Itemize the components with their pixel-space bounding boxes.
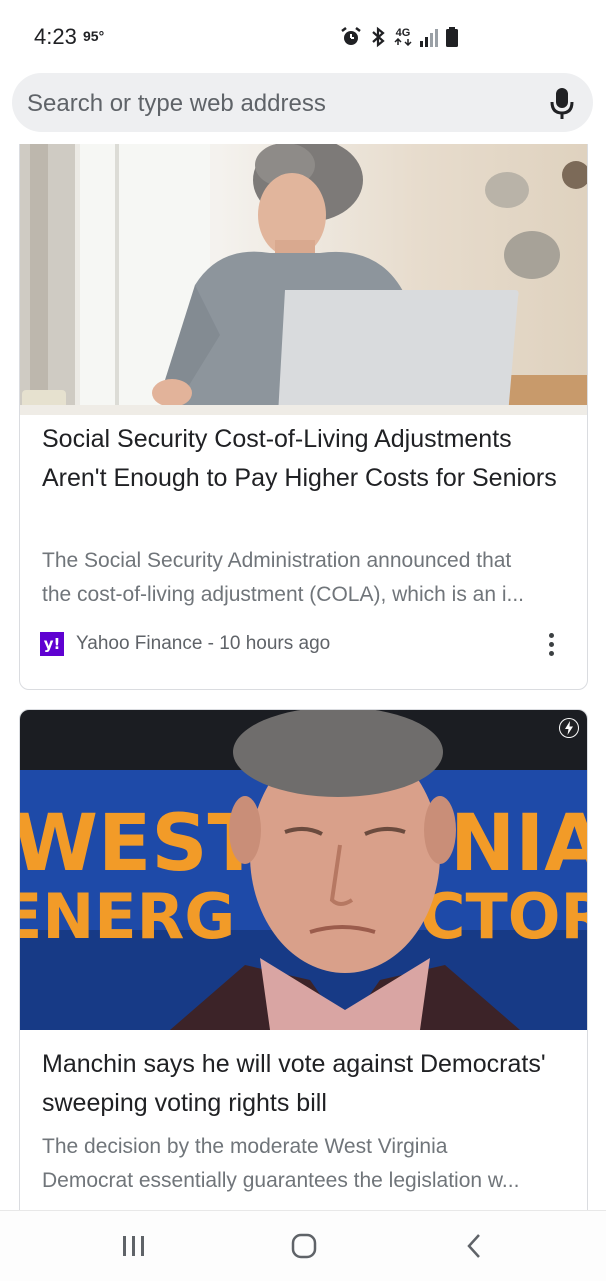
- back-button[interactable]: [454, 1231, 494, 1261]
- battery-icon: [446, 27, 458, 47]
- source-and-time: Yahoo Finance - 10 hours ago: [76, 633, 331, 654]
- article-source: y! Yahoo Finance - 10 hours ago: [40, 632, 330, 656]
- signal-icon: [420, 27, 438, 47]
- mic-icon[interactable]: [549, 86, 575, 125]
- article-image[interactable]: WEST NIA ENERG CTOR: [20, 710, 587, 1030]
- alarm-icon: [340, 26, 362, 48]
- more-options-icon[interactable]: [541, 633, 561, 657]
- woman-at-laptop-photo: [20, 144, 587, 415]
- banner-text: WEST: [20, 799, 261, 889]
- amp-bolt-icon: [559, 718, 579, 738]
- news-feed[interactable]: Social Security Cost-of-Living Adjustmen…: [0, 144, 606, 1210]
- lte-icon: 4G: [394, 28, 412, 46]
- search-input[interactable]: Search or type web address: [12, 73, 593, 132]
- dot: [549, 642, 554, 647]
- yahoo-finance-logo: y!: [40, 632, 64, 656]
- banner-text: CTOR: [420, 880, 587, 953]
- article-image[interactable]: [20, 144, 587, 415]
- status-temperature: 95°: [83, 28, 105, 44]
- bluetooth-icon: [370, 26, 386, 48]
- article-card[interactable]: Social Security Cost-of-Living Adjustmen…: [19, 144, 588, 690]
- home-icon: [291, 1233, 317, 1259]
- status-icons: 4G: [340, 24, 458, 50]
- snippet-line: the cost-of-living adjustment (COLA), wh…: [42, 583, 525, 606]
- banner-text: NIA: [450, 799, 587, 889]
- dot: [549, 633, 554, 638]
- status-time: 4:23: [34, 24, 77, 49]
- address-bar-container: Search or type web address: [0, 70, 606, 144]
- snippet-line: The decision by the moderate West Virgin…: [42, 1135, 448, 1158]
- article-snippet: The Social Security Administration annou…: [42, 544, 567, 612]
- article-title[interactable]: Manchin says he will vote against Democr…: [42, 1045, 562, 1123]
- recent-apps-icon: [123, 1236, 144, 1256]
- article-snippet: The decision by the moderate West Virgin…: [42, 1130, 567, 1198]
- home-button[interactable]: [284, 1231, 324, 1261]
- article-title[interactable]: Social Security Cost-of-Living Adjustmen…: [42, 420, 562, 498]
- back-icon: [467, 1234, 480, 1258]
- banner-text: ENERG: [20, 880, 235, 953]
- manchin-photo: WEST NIA ENERG CTOR: [20, 710, 587, 1030]
- system-nav-bar: [0, 1210, 606, 1281]
- article-card[interactable]: WEST NIA ENERG CTOR: [19, 709, 588, 1210]
- snippet-line: Democrat essentially guarantees the legi…: [42, 1169, 520, 1192]
- search-placeholder: Search or type web address: [27, 90, 326, 117]
- snippet-line: The Social Security Administration annou…: [42, 549, 512, 572]
- dot: [549, 651, 554, 656]
- status-bar: 4:23 95° 4G: [0, 0, 606, 70]
- recent-apps-button[interactable]: [114, 1231, 154, 1261]
